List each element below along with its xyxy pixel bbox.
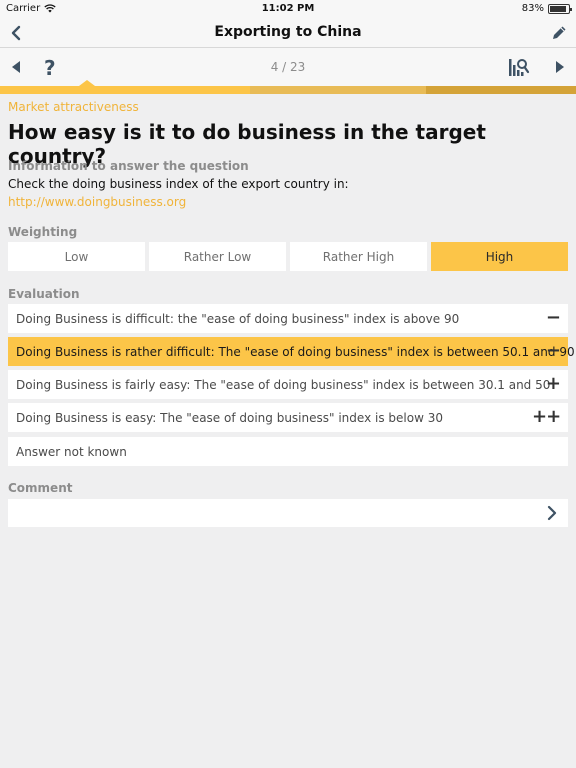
- evaluation-option-fairly-easy[interactable]: Doing Business is fairly easy: The "ease…: [8, 370, 568, 399]
- evaluation-label: Evaluation: [8, 287, 80, 301]
- page-title: Exporting to China: [214, 24, 362, 40]
- evaluation-option-rather-difficult[interactable]: Doing Business is rather difficult: The …: [8, 337, 575, 366]
- chart-search-icon[interactable]: [508, 57, 530, 77]
- minus-icon: −: [545, 340, 561, 361]
- triangle-right-icon[interactable]: [552, 59, 568, 75]
- question-category: Market attractiveness: [8, 100, 139, 114]
- weighting-label: Weighting: [8, 225, 78, 239]
- battery-percent: 83%: [521, 3, 544, 14]
- info-text: Check the doing business index of the ex…: [8, 177, 349, 191]
- plus-icon: +: [545, 373, 561, 394]
- evaluation-option-label: Doing Business is fairly easy: The "ease…: [16, 378, 551, 392]
- section-progress-bar: [0, 80, 576, 94]
- progress-segment: [250, 86, 426, 94]
- status-bar: Carrier 11:02 PM 83%: [0, 0, 576, 18]
- battery-icon: [548, 3, 572, 14]
- comment-field[interactable]: [8, 499, 568, 527]
- progress-segment-current: [0, 86, 250, 94]
- evaluation-option-label: Doing Business is rather difficult: The …: [16, 345, 575, 359]
- evaluation-option-difficult[interactable]: Doing Business is difficult: the "ease o…: [8, 304, 568, 349]
- comment-label: Comment: [8, 481, 73, 495]
- weighting-rather-low-button[interactable]: Rather Low: [149, 242, 286, 271]
- doing-business-link[interactable]: http://www.doingbusiness.org: [8, 195, 186, 209]
- weighting-rather-high-button[interactable]: Rather High: [290, 242, 427, 271]
- evaluation-option-label: Doing Business is easy: The "ease of doi…: [16, 411, 443, 425]
- info-section-label: Information to answer the question: [8, 159, 249, 173]
- weighting-low-button[interactable]: Low: [8, 242, 145, 271]
- clock: 11:02 PM: [261, 3, 315, 14]
- chevron-right-icon: [547, 505, 557, 521]
- evaluation-option-label: Doing Business is difficult: the "ease o…: [16, 312, 460, 326]
- weighting-segmented-control: Low Rather Low Rather High High: [8, 242, 568, 271]
- battery-info: 83%: [521, 3, 572, 14]
- weighting-high-button[interactable]: High: [431, 242, 568, 271]
- evaluation-option-easy[interactable]: Doing Business is easy: The "ease of doi…: [8, 403, 568, 432]
- progress-pointer: [79, 80, 95, 86]
- evaluation-option-unknown[interactable]: Answer not known: [8, 437, 568, 466]
- page-indicator: 4 / 23: [270, 60, 306, 74]
- double-minus-icon: −−: [545, 307, 561, 349]
- double-plus-icon: ++: [532, 406, 561, 427]
- evaluation-option-label: Answer not known: [16, 445, 127, 459]
- navigation-bar: Exporting to China: [0, 18, 576, 48]
- progress-segment: [426, 86, 576, 94]
- pencil-icon[interactable]: [550, 24, 568, 42]
